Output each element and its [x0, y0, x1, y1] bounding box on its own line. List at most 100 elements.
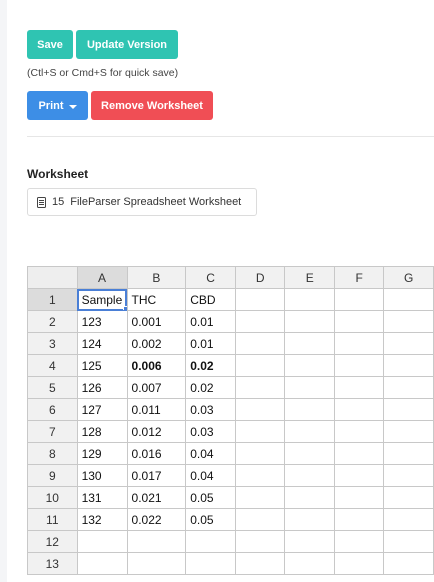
cell-e10[interactable] — [284, 486, 335, 509]
row-header[interactable]: 11 — [27, 508, 78, 531]
fill-handle[interactable] — [122, 306, 127, 310]
row-header[interactable]: 8 — [27, 442, 78, 465]
cell-c9[interactable]: 0.04 — [185, 464, 236, 487]
cell-a12[interactable] — [76, 530, 128, 553]
cell-g9[interactable] — [383, 464, 434, 487]
cell-g7[interactable] — [383, 420, 434, 443]
cell-f8[interactable] — [333, 442, 385, 465]
cell-g5[interactable] — [383, 376, 434, 399]
cell-c7[interactable]: 0.03 — [185, 420, 236, 443]
row-header[interactable]: 5 — [27, 376, 78, 399]
column-header-f[interactable]: F — [333, 266, 385, 289]
cell-g11[interactable] — [383, 508, 434, 531]
cell-a5[interactable]: 126 — [76, 376, 128, 399]
column-header-e[interactable]: E — [284, 266, 335, 289]
row-header[interactable]: 2 — [27, 310, 78, 333]
cell-c8[interactable]: 0.04 — [185, 442, 236, 465]
column-header-g[interactable]: G — [383, 266, 434, 289]
cell-d3[interactable] — [234, 332, 286, 355]
cell-d7[interactable] — [234, 420, 286, 443]
cell-d5[interactable] — [234, 376, 286, 399]
cell-f12[interactable] — [333, 530, 385, 553]
cell-c6[interactable]: 0.03 — [185, 398, 236, 421]
cell-b12[interactable] — [126, 530, 187, 553]
cell-d9[interactable] — [234, 464, 286, 487]
cell-b6[interactable]: 0.011 — [126, 398, 187, 421]
cell-e2[interactable] — [284, 310, 335, 333]
cell-b3[interactable]: 0.002 — [126, 332, 187, 355]
cell-b11[interactable]: 0.022 — [126, 508, 187, 531]
cell-a8[interactable]: 129 — [76, 442, 128, 465]
cell-a13[interactable] — [76, 552, 128, 575]
cell-e4[interactable] — [284, 354, 335, 377]
cell-g8[interactable] — [383, 442, 434, 465]
cell-d6[interactable] — [234, 398, 286, 421]
cell-f11[interactable] — [333, 508, 385, 531]
cell-e11[interactable] — [284, 508, 335, 531]
cell-b5[interactable]: 0.007 — [126, 376, 187, 399]
cell-d11[interactable] — [234, 508, 286, 531]
cell-f3[interactable] — [333, 332, 385, 355]
cell-e5[interactable] — [284, 376, 335, 399]
cell-a3[interactable]: 124 — [76, 332, 128, 355]
cell-e6[interactable] — [284, 398, 335, 421]
cell-e7[interactable] — [284, 420, 335, 443]
cell-e1[interactable] — [284, 288, 335, 311]
cell-c4[interactable]: 0.02 — [185, 354, 236, 377]
cell-b8[interactable]: 0.016 — [126, 442, 187, 465]
cell-d2[interactable] — [234, 310, 286, 333]
cell-e3[interactable] — [284, 332, 335, 355]
cell-f1[interactable] — [333, 288, 385, 311]
cell-c13[interactable] — [185, 552, 236, 575]
cell-f13[interactable] — [333, 552, 385, 575]
row-header[interactable]: 10 — [27, 486, 78, 509]
remove-worksheet-button[interactable]: Remove Worksheet — [91, 91, 213, 120]
worksheet-selector[interactable]: 15 FileParser Spreadsheet Worksheet — [27, 188, 257, 216]
cell-c2[interactable]: 0.01 — [185, 310, 236, 333]
cell-a4[interactable]: 125 — [76, 354, 128, 377]
cell-f7[interactable] — [333, 420, 385, 443]
sheet-corner[interactable] — [27, 266, 78, 289]
cell-a7[interactable]: 128 — [76, 420, 128, 443]
cell-a1[interactable]: Sample — [76, 288, 128, 311]
cell-f9[interactable] — [333, 464, 385, 487]
cell-b4[interactable]: 0.006 — [126, 354, 187, 377]
cell-e13[interactable] — [284, 552, 335, 575]
column-header-c[interactable]: C — [185, 266, 236, 289]
cell-c1[interactable]: CBD — [185, 288, 236, 311]
cell-g4[interactable] — [383, 354, 434, 377]
cell-b1[interactable]: THC — [126, 288, 187, 311]
cell-b13[interactable] — [126, 552, 187, 575]
cell-g2[interactable] — [383, 310, 434, 333]
column-header-b[interactable]: B — [126, 266, 187, 289]
cell-d10[interactable] — [234, 486, 286, 509]
cell-g13[interactable] — [383, 552, 434, 575]
cell-d4[interactable] — [234, 354, 286, 377]
cell-f5[interactable] — [333, 376, 385, 399]
row-header[interactable]: 1 — [27, 288, 78, 311]
row-header[interactable]: 7 — [27, 420, 78, 443]
cell-e9[interactable] — [284, 464, 335, 487]
cell-a2[interactable]: 123 — [76, 310, 128, 333]
row-header[interactable]: 6 — [27, 398, 78, 421]
cell-a10[interactable]: 131 — [76, 486, 128, 509]
column-header-d[interactable]: D — [234, 266, 286, 289]
row-header[interactable]: 9 — [27, 464, 78, 487]
cell-d1[interactable] — [234, 288, 286, 311]
cell-a11[interactable]: 132 — [76, 508, 128, 531]
cell-a9[interactable]: 130 — [76, 464, 128, 487]
cell-c10[interactable]: 0.05 — [185, 486, 236, 509]
cell-g6[interactable] — [383, 398, 434, 421]
cell-c5[interactable]: 0.02 — [185, 376, 236, 399]
column-header-a[interactable]: A — [76, 266, 128, 289]
cell-b7[interactable]: 0.012 — [126, 420, 187, 443]
cell-c12[interactable] — [185, 530, 236, 553]
print-dropdown-button[interactable]: Print — [27, 91, 88, 120]
cell-d8[interactable] — [234, 442, 286, 465]
cell-f2[interactable] — [333, 310, 385, 333]
cell-d12[interactable] — [234, 530, 286, 553]
cell-g1[interactable] — [383, 288, 434, 311]
row-header[interactable]: 13 — [27, 552, 78, 575]
cell-c11[interactable]: 0.05 — [185, 508, 236, 531]
row-header[interactable]: 3 — [27, 332, 78, 355]
